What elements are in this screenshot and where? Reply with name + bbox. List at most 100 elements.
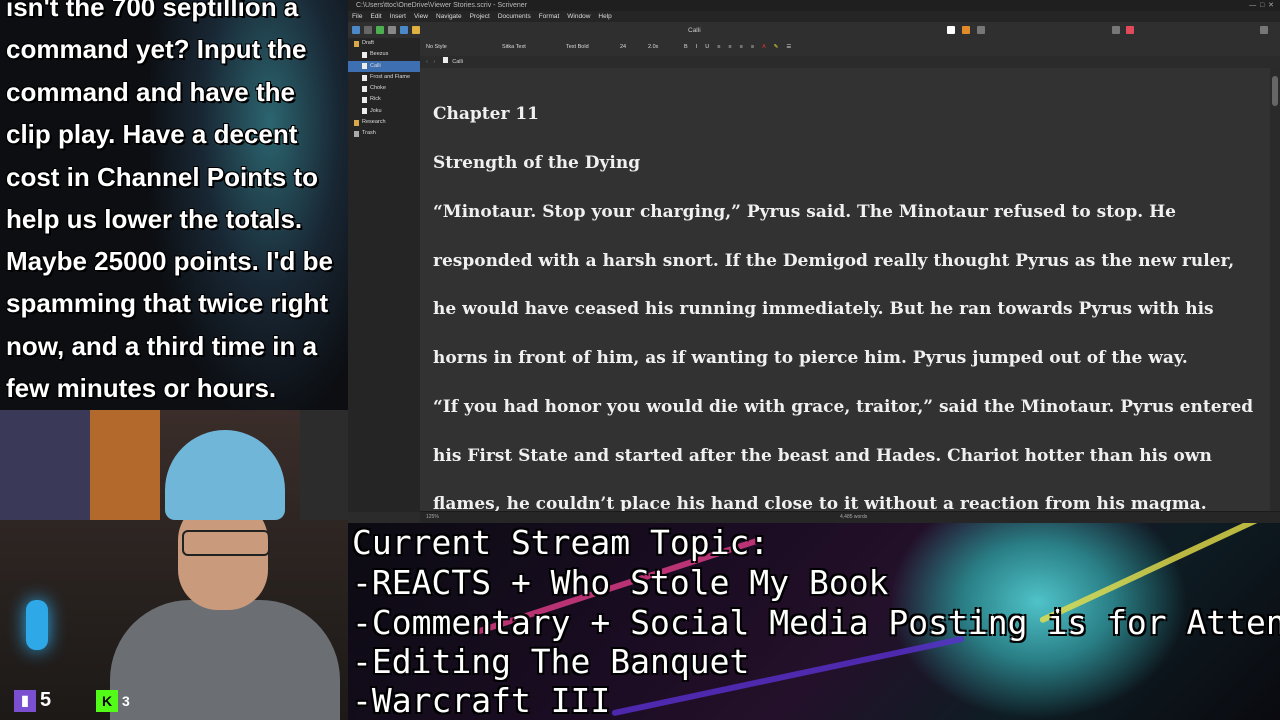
menu-project[interactable]: Project (470, 11, 490, 22)
spacing-select[interactable]: 2.0x (646, 44, 678, 50)
lava-lamp (26, 600, 48, 650)
document-icon (362, 51, 367, 58)
binder-item-beezus[interactable]: Beezus (348, 49, 420, 60)
inspector-icon[interactable] (1260, 26, 1268, 34)
binder-toggle-icon[interactable] (352, 26, 360, 34)
binder-item-rick[interactable]: Rick (348, 94, 420, 105)
chat-line: command yet? Input the (6, 34, 307, 64)
chair-back (300, 410, 348, 520)
menu-help[interactable]: Help (598, 11, 611, 22)
binder-label: Joku (370, 107, 382, 114)
edit-icon[interactable] (412, 26, 420, 34)
menu-edit[interactable]: Edit (370, 11, 381, 22)
streamer-glasses (182, 530, 270, 556)
align-left-icon[interactable]: ≡ (715, 44, 722, 50)
outline-icon[interactable] (977, 26, 985, 34)
highlight-icon[interactable]: ✎ (772, 44, 781, 50)
document-icon (442, 57, 448, 63)
page-view-icon[interactable] (947, 26, 955, 34)
bookmark-icon[interactable] (1126, 26, 1134, 34)
add-icon[interactable] (376, 26, 384, 34)
chat-line: few minutes or hours. (6, 373, 277, 403)
weight-select[interactable]: Text Bold (564, 44, 614, 50)
menu-insert[interactable]: Insert (390, 11, 406, 22)
binder-label: Choke (370, 85, 386, 92)
viewer-badge-purple: ▮ 5 (14, 689, 51, 712)
topic-line: -Editing The Banquet (352, 642, 750, 681)
badge-count: 5 (40, 689, 52, 711)
body-line: horns in front of him, as if wanting to … (433, 348, 1188, 368)
zoom-level[interactable]: 125% (426, 514, 439, 520)
nav-back-icon[interactable]: ‹ (426, 59, 428, 65)
document-icon (362, 63, 367, 70)
window-controls[interactable]: — □ ✕ (1249, 0, 1274, 11)
corkboard-icon[interactable] (962, 26, 970, 34)
topic-line: -Commentary + Social Media Posting is fo… (352, 603, 1280, 642)
menu-file[interactable]: File (352, 11, 362, 22)
webcam-feed: ▮ 5 K 3 (0, 410, 348, 720)
chat-overlay: isn't the 700 septillion a command yet? … (0, 0, 348, 410)
scrivener-window: C:\Users\ttoc\OneDrive\Viewer Stories.sc… (348, 0, 1280, 523)
menu-bar: File Edit Insert View Navigate Project D… (348, 11, 1280, 22)
topic-line: -REACTS + Who Stole My Book (352, 563, 889, 602)
menu-documents[interactable]: Documents (498, 11, 531, 22)
editor-scrollbar[interactable] (1270, 68, 1280, 512)
trash-icon[interactable] (388, 26, 396, 34)
back-icon[interactable] (364, 26, 372, 34)
menu-view[interactable]: View (414, 11, 428, 22)
kick-icon: K (96, 690, 118, 712)
scroll-thumb[interactable] (1272, 76, 1278, 106)
chapter-heading: Chapter 11 (433, 104, 539, 124)
share-icon[interactable] (1112, 26, 1120, 34)
poster-anime (90, 410, 160, 520)
text-editor[interactable]: Chapter 11 Strength of the Dying “Minota… (420, 68, 1270, 512)
menu-format[interactable]: Format (539, 11, 560, 22)
document-icon (362, 108, 367, 115)
italic-icon[interactable]: I (694, 44, 700, 50)
binder-item-research[interactable]: Research (348, 117, 420, 128)
body-line: flames, he couldn’t place his hand close… (433, 494, 1207, 512)
streamer-beanie (165, 430, 285, 520)
binder-item-joku[interactable]: Joku (348, 106, 420, 117)
document-icon (362, 85, 367, 92)
chapter-subtitle: Strength of the Dying (433, 153, 641, 173)
binder-item-draft[interactable]: Draft (348, 38, 420, 49)
nav-forward-icon[interactable]: › (433, 59, 435, 65)
chat-line: isn't the 700 septillion a (6, 0, 299, 22)
streamer-hoodie (110, 600, 340, 720)
binder-item-calli[interactable]: Calli (348, 60, 420, 72)
chat-line: Maybe 25000 points. I'd be (6, 246, 333, 276)
underline-icon[interactable]: U (703, 44, 711, 50)
folder-icon (354, 40, 359, 47)
body-line: “Minotaur. Stop your charging,” Pyrus sa… (433, 202, 1176, 222)
body-line: responded with a harsh snort. If the Dem… (433, 251, 1235, 271)
main-toolbar: Calli (348, 22, 1280, 39)
link-icon[interactable] (400, 26, 408, 34)
binder-item-choke[interactable]: Choke (348, 83, 420, 94)
chat-line: spamming that twice right (6, 288, 329, 318)
bold-icon[interactable]: B (682, 44, 690, 50)
justify-icon[interactable]: ≡ (749, 44, 756, 50)
binder-label: Research (362, 119, 386, 126)
size-select[interactable]: 24 (618, 44, 642, 50)
purple-icon: ▮ (14, 689, 36, 712)
list-icon[interactable]: ☰ (784, 44, 793, 50)
style-select[interactable]: No Style (424, 44, 496, 50)
align-center-icon[interactable]: ≡ (726, 44, 733, 50)
trash-icon (354, 131, 359, 138)
binder-item-frost-and-flame[interactable]: Frost and Flame (348, 72, 420, 83)
folder-icon (354, 119, 359, 126)
binder-item-trash[interactable]: Trash (348, 128, 420, 139)
title-bar: C:\Users\ttoc\OneDrive\Viewer Stories.sc… (348, 0, 1280, 11)
menu-window[interactable]: Window (567, 11, 590, 22)
font-select[interactable]: Sitka Text (500, 44, 560, 50)
binder-label: Draft (362, 40, 374, 46)
menu-navigate[interactable]: Navigate (436, 11, 462, 22)
text-color-icon[interactable]: A (760, 44, 768, 50)
binder-label: Frost and Flame (370, 73, 411, 80)
badge-count: 3 (122, 693, 130, 709)
chat-line: cost in Channel Points to (6, 162, 319, 192)
align-right-icon[interactable]: ≡ (738, 44, 745, 50)
chat-line: now, and a third time in a (6, 331, 318, 361)
stream-topic-banner: Current Stream Topic: -REACTS + Who Stol… (348, 523, 1280, 720)
